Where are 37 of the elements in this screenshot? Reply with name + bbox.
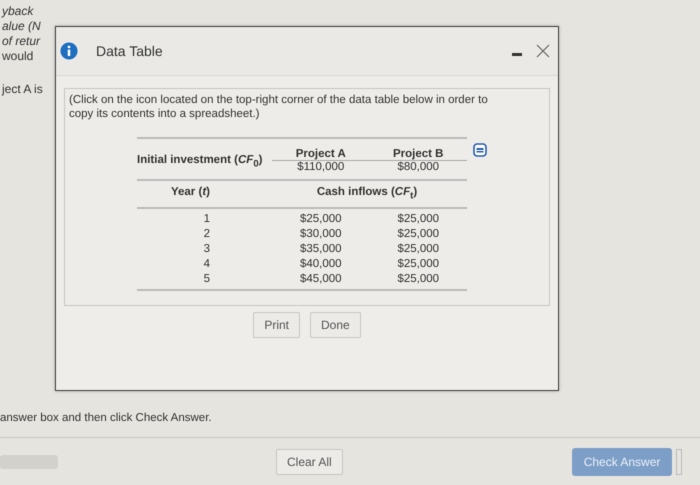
table-cell-text: $30,000 [298, 227, 343, 242]
table-cell-text: 2 [202, 227, 211, 242]
column-header: Year (t) [170, 186, 211, 200]
table-cell-text: $25,000 [396, 272, 440, 288]
question-text: would [2, 49, 34, 64]
table-cell-text: $80,000 [396, 161, 440, 173]
instruction-text: answer box and then click Check Answer. [0, 412, 212, 424]
table-cell-text: $25,000 [396, 257, 440, 272]
dialog-button[interactable]: Print [253, 312, 300, 338]
table-cell-text: $25,000 [396, 242, 440, 258]
table-cell-text: $25,000 [298, 212, 343, 228]
table-cell-text: 5 [202, 272, 211, 288]
table-cell-text: 1 [202, 212, 211, 228]
row-label: Initial investment (CF$_{0}$) [137, 153, 264, 172]
scroll-handle [676, 449, 682, 475]
table-cell-text: $25,000 [396, 227, 440, 242]
info-icon [60, 42, 78, 60]
question-text: of retur [2, 34, 42, 49]
table-cell-text: $45,000 [298, 272, 343, 288]
table-cell-text: 4 [202, 257, 211, 272]
close-icon[interactable] [536, 44, 550, 58]
table-cell-text: $35,000 [298, 242, 343, 258]
table-cell-text: $25,000 [396, 212, 440, 228]
question-text: yback [2, 4, 35, 19]
table-cell-text: $110,000 [296, 161, 346, 173]
column-header: Project A [272, 148, 370, 161]
dialog-title: Data Table [96, 43, 163, 59]
clear-all-button[interactable]: Clear All [276, 449, 343, 475]
copy-table-icon[interactable] [473, 143, 487, 157]
table-cell-text: $40,000 [298, 257, 343, 272]
question-text: alue (N [2, 19, 42, 34]
column-header: Cash inflows (CF$_{t}$) [316, 186, 418, 202]
column-header: Project B [370, 148, 467, 161]
instruction-note: (Click on the icon located on the top-right corner of the data table below in order to copy its contents into a spreadsheet.) [69, 93, 489, 121]
table-cell-text: 3 [202, 242, 211, 258]
dialog-button[interactable]: Done [310, 312, 361, 338]
question-text: ject A is [2, 82, 44, 97]
